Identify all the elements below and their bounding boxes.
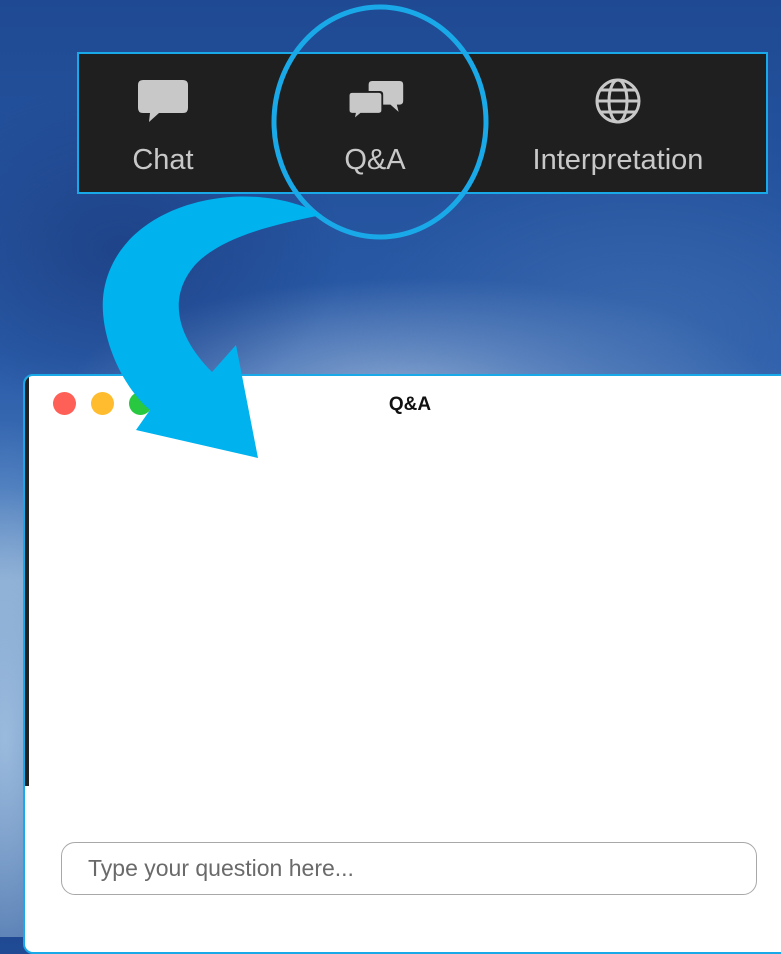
window-edge [25,376,29,786]
qa-label: Q&A [344,144,406,176]
globe-icon [588,76,648,126]
qa-window: Q&A [23,374,781,954]
meeting-toolbar: Chat Q&A Interpretation [77,52,768,194]
interpretation-button[interactable]: Interpretation [499,54,737,192]
interpretation-label: Interpretation [532,144,704,176]
qa-button[interactable]: Q&A [325,54,425,192]
question-input[interactable] [61,842,757,895]
qa-bubbles-icon [345,76,405,126]
chat-bubble-icon [133,76,193,126]
chat-label: Chat [132,144,194,176]
chat-button[interactable]: Chat [115,54,211,192]
window-title: Q&A [388,394,432,415]
